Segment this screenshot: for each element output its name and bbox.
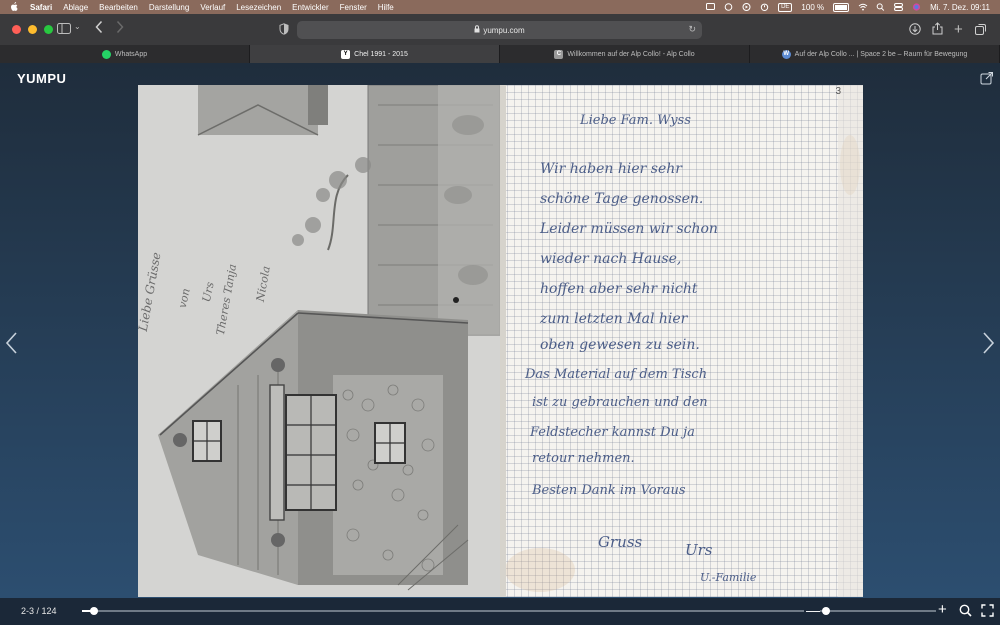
sidebar-dropdown-chevron-icon[interactable]: ⌄: [74, 22, 81, 31]
whatsapp-icon: [101, 49, 111, 59]
letter-line: ist zu gebrauchen und den: [532, 395, 708, 410]
letter-line: zum letzten Mal hier: [540, 311, 688, 327]
menubar-status-area: DE 100 % Mi. 7. Dez. 09:11: [706, 0, 990, 14]
menu-app-safari[interactable]: Safari: [30, 3, 52, 12]
input-source-badge[interactable]: DE: [778, 2, 793, 12]
page-number: 3: [835, 86, 841, 97]
screen-mirroring-icon[interactable]: [706, 3, 716, 11]
zoom-window-button[interactable]: [44, 25, 53, 34]
menu-entwickler[interactable]: Entwickler: [292, 3, 328, 12]
url-text: yumpu.com: [483, 25, 525, 35]
spotlight-search-icon[interactable]: [876, 3, 885, 11]
house-pencil-sketch: [138, 85, 500, 597]
yumpu-icon: Y: [341, 49, 351, 59]
tab-space-2-be[interactable]: W Auf der Alp Collo ... | Space 2 be – R…: [750, 45, 1000, 63]
address-bar[interactable]: yumpu.com ↻: [297, 21, 702, 39]
letter-line: Feldstecher kannst Du ja: [530, 425, 695, 440]
letter-line: Wir haben hier sehr: [540, 161, 682, 177]
menu-darstellung[interactable]: Darstellung: [149, 3, 189, 12]
document-viewer: YUMPU Liebe Grüsse von Urs Theres Tanja …: [0, 63, 1000, 598]
window-controls: [12, 25, 53, 34]
letter-line: Liebe Fam. Wyss: [580, 113, 691, 128]
yumpu-logo[interactable]: YUMPU: [17, 71, 66, 86]
menu-lesezeichen[interactable]: Lesezeichen: [236, 3, 281, 12]
tab-label: Auf der Alp Collo ... | Space 2 be – Rau…: [794, 50, 968, 58]
zoom-out-button[interactable]: —: [806, 603, 820, 617]
creative-cloud-icon[interactable]: [724, 3, 733, 11]
right-page[interactable]: 3 Liebe Fam. Wyss Wir haben hier sehr sc…: [500, 85, 863, 597]
letter-line: hoffen aber sehr nicht: [540, 281, 698, 297]
menu-hilfe[interactable]: Hilfe: [378, 3, 394, 12]
letter-line: retour nehmen.: [532, 451, 635, 466]
play-icon[interactable]: [742, 3, 751, 11]
tab-overview-icon[interactable]: [975, 23, 987, 35]
browser-toolbar: ⌄ yumpu.com ↻ +: [0, 14, 1000, 45]
battery-percentage: 100 %: [801, 2, 825, 12]
privacy-shield-icon[interactable]: [279, 23, 289, 35]
letter-line: Leider müssen wir schon: [540, 221, 718, 237]
next-page-icon[interactable]: [982, 331, 996, 355]
tab-chel-1991-2015[interactable]: Y Chel 1991 - 2015: [250, 45, 500, 63]
close-window-button[interactable]: [12, 25, 21, 34]
minimize-window-button[interactable]: [28, 25, 37, 34]
previous-page-icon[interactable]: [4, 331, 18, 355]
page-indicator: 2-3 / 124: [21, 606, 57, 616]
lock-icon: [474, 25, 480, 35]
letter-line: Besten Dank im Voraus: [532, 483, 686, 498]
menu-bar: Safari Ablage Bearbeiten Darstellung Ver…: [0, 0, 1000, 14]
menu-ablage[interactable]: Ablage: [63, 3, 88, 12]
downloads-icon[interactable]: [909, 23, 921, 35]
menu-verlauf[interactable]: Verlauf: [200, 3, 225, 12]
share-icon[interactable]: [932, 22, 943, 35]
tab-label: WhatsApp: [114, 50, 148, 58]
letter-signature-family: U.-Familie: [700, 571, 757, 584]
timer-icon[interactable]: [760, 3, 769, 12]
wordpress-icon: W: [781, 49, 791, 59]
battery-icon[interactable]: [833, 2, 850, 12]
alp-collo-icon: C: [554, 49, 564, 59]
fullscreen-icon[interactable]: [981, 604, 994, 617]
viewer-share-icon[interactable]: [980, 71, 994, 85]
tab-label: Chel 1991 - 2015: [354, 50, 408, 58]
apple-menu-icon[interactable]: [10, 1, 20, 13]
control-center-icon[interactable]: [894, 3, 904, 11]
back-icon[interactable]: [95, 20, 103, 34]
page-progress-thumb[interactable]: [89, 607, 98, 615]
zoom-slider[interactable]: [820, 607, 936, 615]
tab-whatsapp[interactable]: WhatsApp: [0, 45, 250, 63]
letter-signature: Urs: [685, 541, 713, 559]
letter-line: schöne Tage genossen.: [540, 191, 704, 207]
page-progress-slider[interactable]: [82, 607, 804, 615]
sidebar-toggle-icon[interactable]: [57, 23, 71, 34]
new-tab-icon[interactable]: +: [954, 21, 963, 38]
search-icon[interactable]: [959, 604, 972, 617]
left-page[interactable]: Liebe Grüsse von Urs Theres Tanja Nicola: [138, 85, 500, 597]
open-book-spread: Liebe Grüsse von Urs Theres Tanja Nicola…: [138, 85, 863, 597]
wifi-icon[interactable]: [858, 3, 868, 11]
viewer-bottom-bar: 2-3 / 124 — +: [0, 598, 1000, 625]
menu-fenster[interactable]: Fenster: [340, 3, 367, 12]
letter-line: oben gewesen zu sein.: [540, 337, 700, 353]
letter-closing: Gruss: [598, 533, 643, 551]
siri-icon[interactable]: [912, 3, 921, 11]
zoom-slider-thumb[interactable]: [821, 607, 830, 615]
forward-icon[interactable]: [116, 20, 124, 34]
reload-icon[interactable]: ↻: [688, 24, 696, 35]
tab-alp-collo[interactable]: C Willkommen auf der Alp Collo! - Alp Co…: [500, 45, 750, 63]
letter-line: Das Material auf dem Tisch: [525, 367, 708, 382]
tab-label: Willkommen auf der Alp Collo! - Alp Coll…: [567, 50, 695, 58]
letter-line: wieder nach Hause,: [540, 251, 682, 267]
menubar-clock[interactable]: Mi. 7. Dez. 09:11: [930, 3, 990, 12]
zoom-in-button[interactable]: +: [938, 602, 947, 617]
menu-bearbeiten[interactable]: Bearbeiten: [99, 3, 138, 12]
tab-bar: WhatsApp Y Chel 1991 - 2015 C Willkommen…: [0, 45, 1000, 63]
